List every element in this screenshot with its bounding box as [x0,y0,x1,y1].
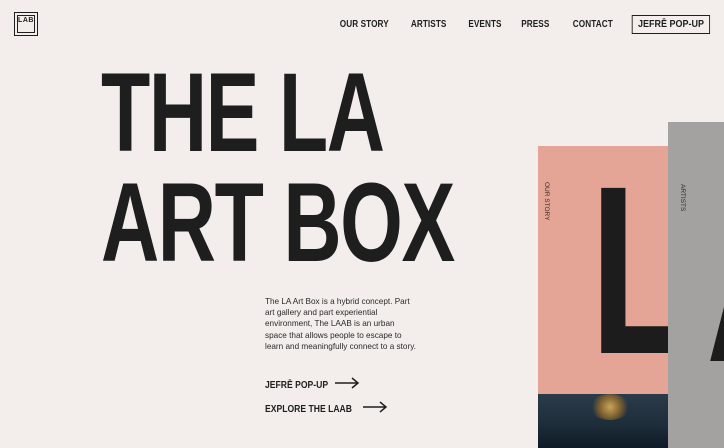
photo-highlight [590,394,630,420]
explore-link[interactable]: EXPLORE THE LAAB [265,400,388,418]
nav-artists[interactable]: ARTISTS [411,19,447,30]
hero-title: THE LA ART BOX [101,50,455,285]
hero-description: The LA Art Box is a hybrid concept. Part… [265,297,416,351]
card-our-story-label: OUR STORY [543,182,550,221]
nav-popup-button[interactable]: JEFRĒ POP-UP [631,15,710,34]
card-artists-letter: A [706,158,724,398]
nav-contact[interactable]: CONTACT [573,19,613,30]
popup-link[interactable]: JEFRĒ POP-UP [265,376,360,394]
arrow-right-icon [334,376,360,394]
nav-press[interactable]: PRESS [522,19,550,30]
main-nav: OUR STORY ARTISTS EVENTS PRESS CONTACT J… [315,15,710,34]
logo-text: LAB [18,17,34,24]
card-artists-label: ARTISTS [679,184,686,212]
popup-link-label: JEFRĒ POP-UP [265,379,329,391]
arrow-right-icon [362,400,388,418]
explore-link-label: EXPLORE THE LAAB [265,403,352,415]
hero-title-line-1: THE LA [101,50,385,175]
card-artists[interactable]: ARTISTS A [668,122,724,448]
nav-events[interactable]: EVENTS [468,19,501,30]
hero-title-line-2: ART BOX [101,160,455,285]
card-our-story-letter: L [590,150,678,390]
logo[interactable]: LAB [14,12,38,36]
card-photo [538,394,678,448]
nav-our-story[interactable]: OUR STORY [340,19,389,30]
card-our-story[interactable]: OUR STORY L [538,146,678,448]
